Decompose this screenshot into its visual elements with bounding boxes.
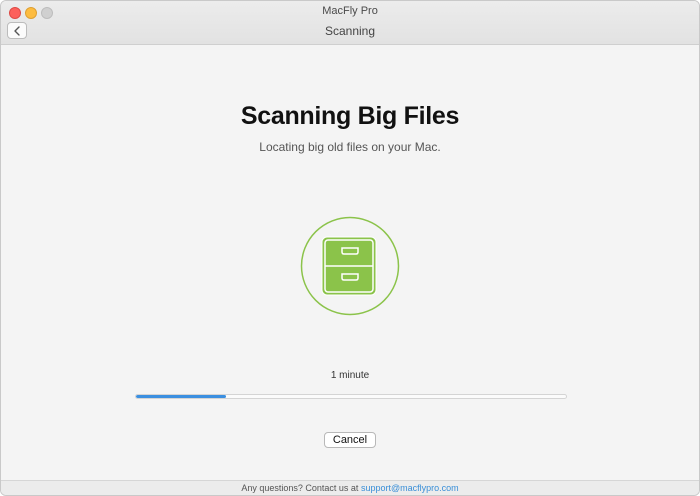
app-title: MacFly Pro (1, 5, 699, 17)
support-footer: Any questions? Contact us at support@mac… (1, 480, 699, 496)
scan-progress-fill (136, 395, 226, 398)
cancel-button[interactable]: Cancel (324, 432, 376, 448)
file-cabinet-icon (300, 216, 400, 316)
page-subtitle: Scanning (1, 24, 699, 38)
page-description: Locating big old files on your Mac. (1, 140, 699, 154)
footer-text: Any questions? Contact us at (241, 483, 358, 493)
scan-progress-bar (135, 394, 567, 399)
support-email-link[interactable]: support@macflypro.com (361, 483, 459, 493)
app-window: MacFly Pro Scanning Scanning Big Files L… (0, 0, 700, 496)
title-bar: MacFly Pro Scanning (1, 1, 699, 45)
time-remaining: 1 minute (1, 370, 699, 381)
page-heading: Scanning Big Files (1, 102, 699, 131)
